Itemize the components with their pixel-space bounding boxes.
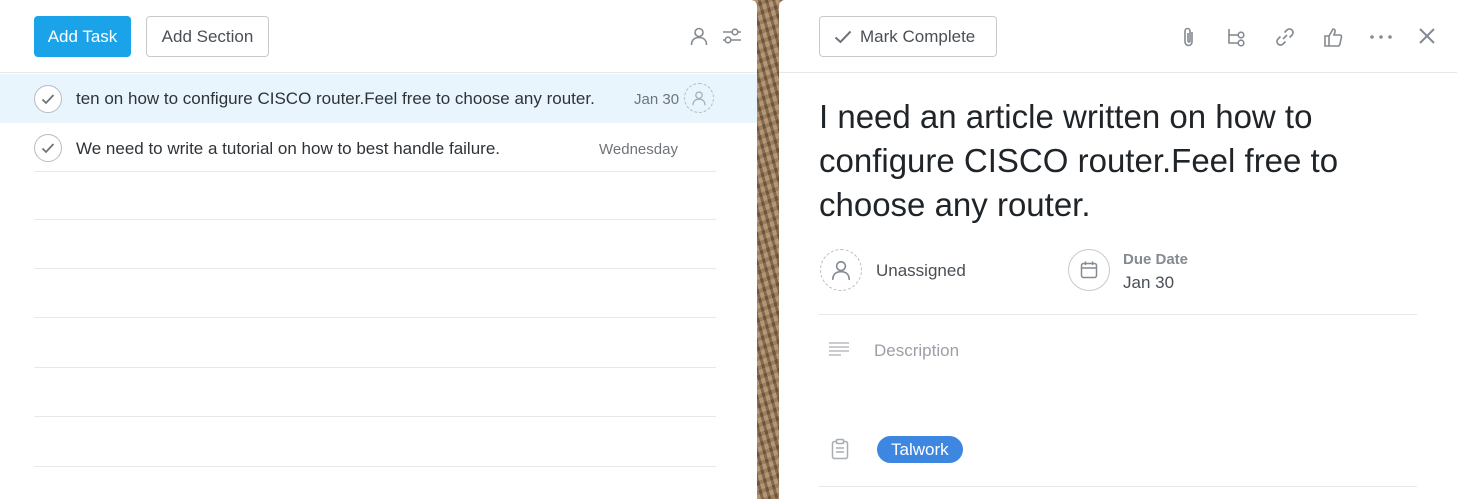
row-divider [34,268,716,269]
user-icon [692,91,706,106]
row-divider [34,466,716,467]
check-icon [41,143,55,154]
task-title[interactable]: ten on how to configure CISCO router.Fee… [76,89,595,109]
assignee-filter-icon[interactable] [688,25,710,47]
calendar-icon [1080,261,1098,279]
task-detail-pane: Mark Complete I need an article written … [779,0,1457,499]
description-icon [828,340,850,358]
add-task-button[interactable]: Add Task [34,16,131,57]
row-divider [34,367,716,368]
add-section-button[interactable]: Add Section [146,16,269,57]
complete-checkbox[interactable] [34,85,62,113]
check-icon [834,30,852,43]
field-divider [819,314,1417,315]
like-icon[interactable] [1321,25,1345,49]
mark-complete-button[interactable]: Mark Complete [819,16,997,57]
close-icon[interactable] [1416,25,1438,47]
row-divider [34,171,716,172]
field-divider [819,486,1417,487]
row-divider [34,416,716,417]
mark-complete-label: Mark Complete [860,26,976,46]
complete-checkbox[interactable] [34,134,62,162]
user-icon [831,260,851,280]
task-list-pane: Add Task Add Section ten on how to confi… [0,0,757,499]
link-icon[interactable] [1273,25,1297,49]
project-tag[interactable]: Talwork [877,436,963,463]
due-date-value[interactable]: Jan 30 [1123,273,1174,293]
task-due-date: Wednesday [599,141,678,158]
task-due-date: Jan 30 [634,91,680,108]
description-field[interactable]: Description [874,341,959,361]
subtask-icon[interactable] [1225,25,1247,49]
task-detail-toolbar: Mark Complete [779,0,1457,73]
task-detail-title[interactable]: I need an article written on how to conf… [819,95,1419,227]
filter-sliders-icon[interactable] [721,25,743,47]
task-row[interactable]: We need to write a tutorial on how to be… [0,124,757,173]
due-date-button[interactable] [1068,249,1110,291]
task-list-toolbar: Add Task Add Section [0,0,757,73]
task-row[interactable]: ten on how to configure CISCO router.Fee… [0,74,757,123]
assignee-avatar-placeholder[interactable] [820,249,862,291]
check-icon [41,94,55,105]
clipboard-icon [830,438,850,460]
attachment-icon[interactable] [1178,25,1200,49]
assignee-value[interactable]: Unassigned [876,261,966,281]
row-divider [34,317,716,318]
row-divider [34,219,716,220]
due-date-label: Due Date [1123,251,1189,268]
task-title[interactable]: We need to write a tutorial on how to be… [76,139,500,159]
assignee-avatar-placeholder[interactable] [684,83,714,113]
more-options-icon[interactable] [1368,25,1394,49]
